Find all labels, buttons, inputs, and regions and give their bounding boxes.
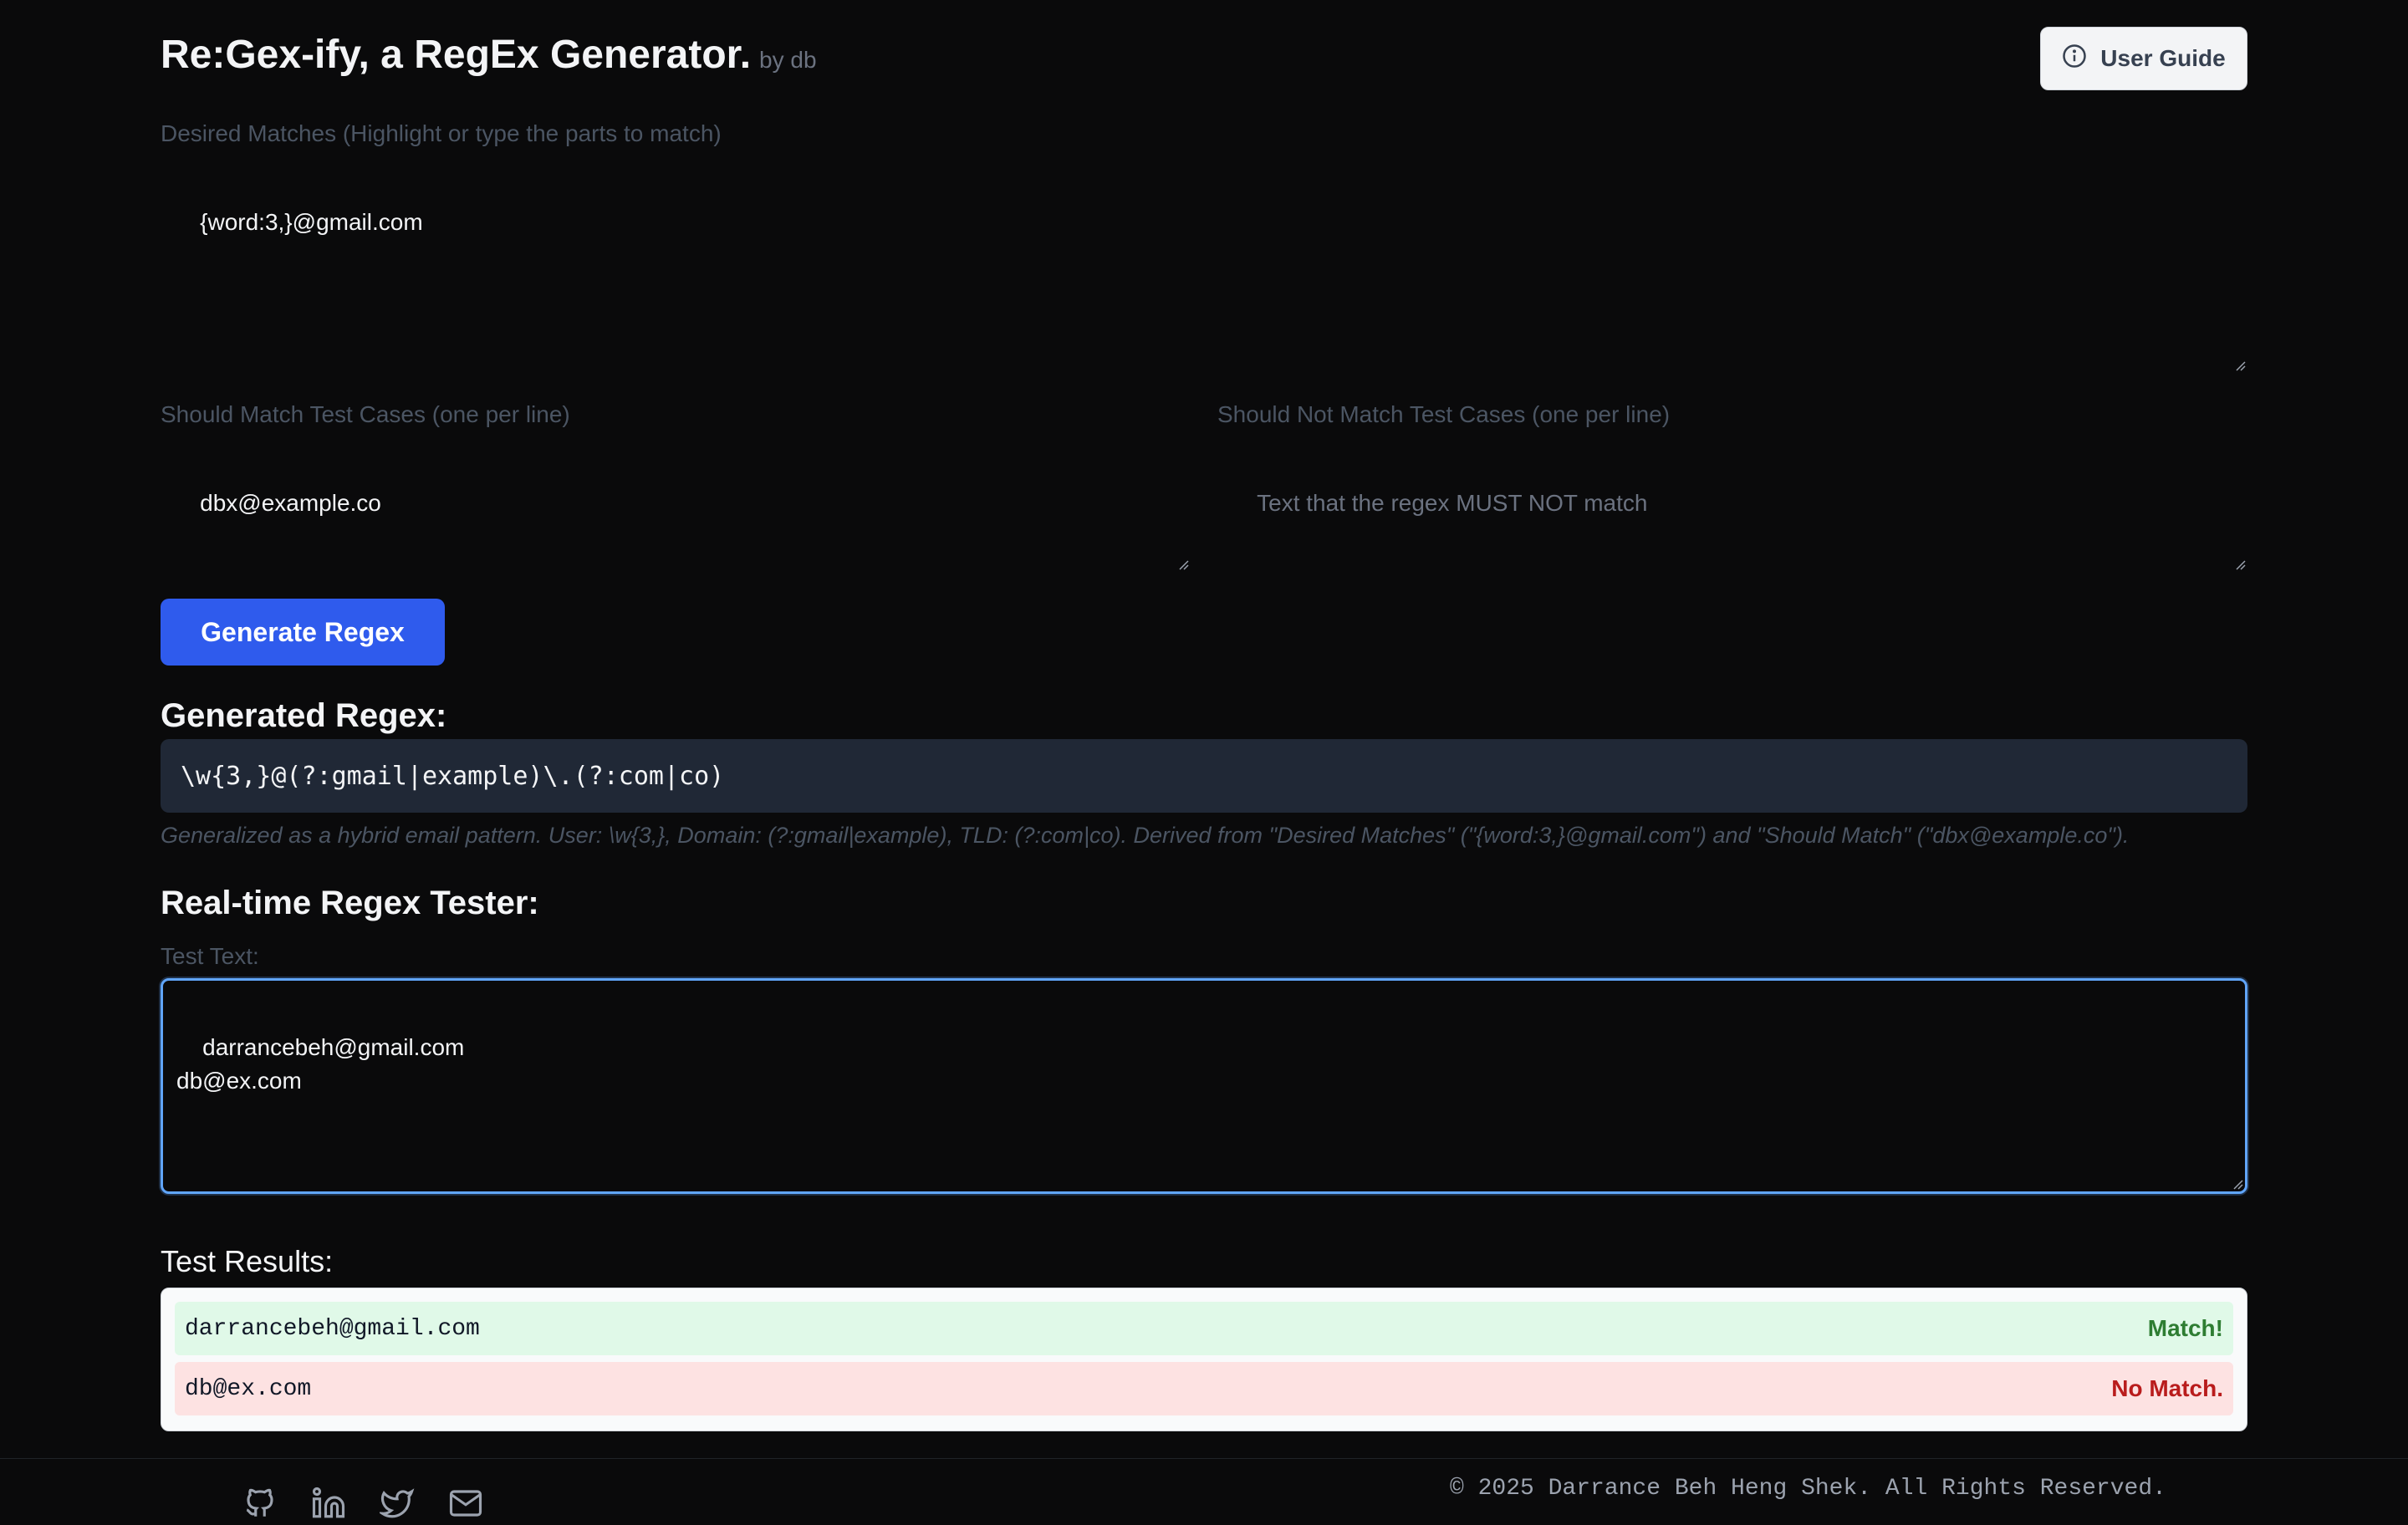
social-links xyxy=(242,1486,483,1521)
user-guide-button[interactable]: User Guide xyxy=(2040,27,2247,90)
twitter-icon[interactable] xyxy=(377,1486,415,1521)
regex-tester-heading: Real-time Regex Tester: xyxy=(161,885,539,921)
resize-handle-icon[interactable] xyxy=(1176,557,1189,570)
byline: by db xyxy=(759,47,817,73)
info-icon xyxy=(2062,43,2087,74)
result-status: No Match. xyxy=(2111,1375,2223,1401)
test-results-heading: Test Results: xyxy=(161,1244,334,1278)
test-text-textarea[interactable]: darrancebeh@gmail.com db@ex.com xyxy=(161,978,2247,1194)
result-row-match: darrancebeh@gmail.com Match! xyxy=(175,1302,2233,1355)
should-match-label: Should Match Test Cases (one per line) xyxy=(161,401,570,427)
test-text-value: darrancebeh@gmail.com db@ex.com xyxy=(176,1034,465,1094)
generate-regex-button[interactable]: Generate Regex xyxy=(161,599,445,666)
result-text: darrancebeh@gmail.com xyxy=(185,1315,480,1342)
should-match-value: dbx@example.co xyxy=(200,490,381,516)
desired-matches-value: {word:3,}@gmail.com xyxy=(200,209,423,235)
should-match-textarea[interactable]: dbx@example.co xyxy=(161,436,1191,572)
mail-icon[interactable] xyxy=(448,1486,483,1521)
user-guide-label: User Guide xyxy=(2100,45,2226,71)
result-row-no-match: db@ex.com No Match. xyxy=(175,1362,2233,1415)
copyright-text: © 2025 Darrance Beh Heng Shek. All Right… xyxy=(1450,1476,2166,1502)
linkedin-icon[interactable] xyxy=(311,1486,346,1521)
resize-handle-icon[interactable] xyxy=(2230,1176,2243,1190)
generated-regex-value: \w{3,}@(?:gmail|example)\.(?:com|co) xyxy=(181,761,725,791)
github-icon[interactable] xyxy=(242,1486,278,1521)
should-not-match-label: Should Not Match Test Cases (one per lin… xyxy=(1217,401,1671,427)
app-title: Re:Gex-ify, a RegEx Generator. xyxy=(161,33,752,77)
footer: © 2025 Darrance Beh Heng Shek. All Right… xyxy=(0,1458,2408,1518)
test-text-label: Test Text: xyxy=(161,943,259,969)
result-text: db@ex.com xyxy=(185,1375,312,1402)
generated-regex-output[interactable]: \w{3,}@(?:gmail|example)\.(?:com|co) xyxy=(161,739,2247,813)
desired-matches-label: Desired Matches (Highlight or type the p… xyxy=(161,120,722,146)
desired-matches-textarea[interactable]: {word:3,}@gmail.com xyxy=(161,156,2247,373)
should-not-match-placeholder: Text that the regex MUST NOT match xyxy=(1257,490,1648,516)
regex-explanation: Generalized as a hybrid email pattern. U… xyxy=(161,823,2130,848)
resize-handle-icon[interactable] xyxy=(2232,557,2246,570)
page-title: Re:Gex-ify, a RegEx Generator. by db xyxy=(161,32,817,78)
header: Re:Gex-ify, a RegEx Generator. by db User… xyxy=(161,27,2247,90)
should-not-match-textarea[interactable]: Text that the regex MUST NOT match xyxy=(1217,436,2247,572)
generated-regex-heading: Generated Regex: xyxy=(161,697,447,734)
result-status: Match! xyxy=(2147,1315,2223,1341)
resize-handle-icon[interactable] xyxy=(2232,358,2246,371)
test-results-panel: darrancebeh@gmail.com Match! db@ex.com N… xyxy=(161,1288,2247,1431)
